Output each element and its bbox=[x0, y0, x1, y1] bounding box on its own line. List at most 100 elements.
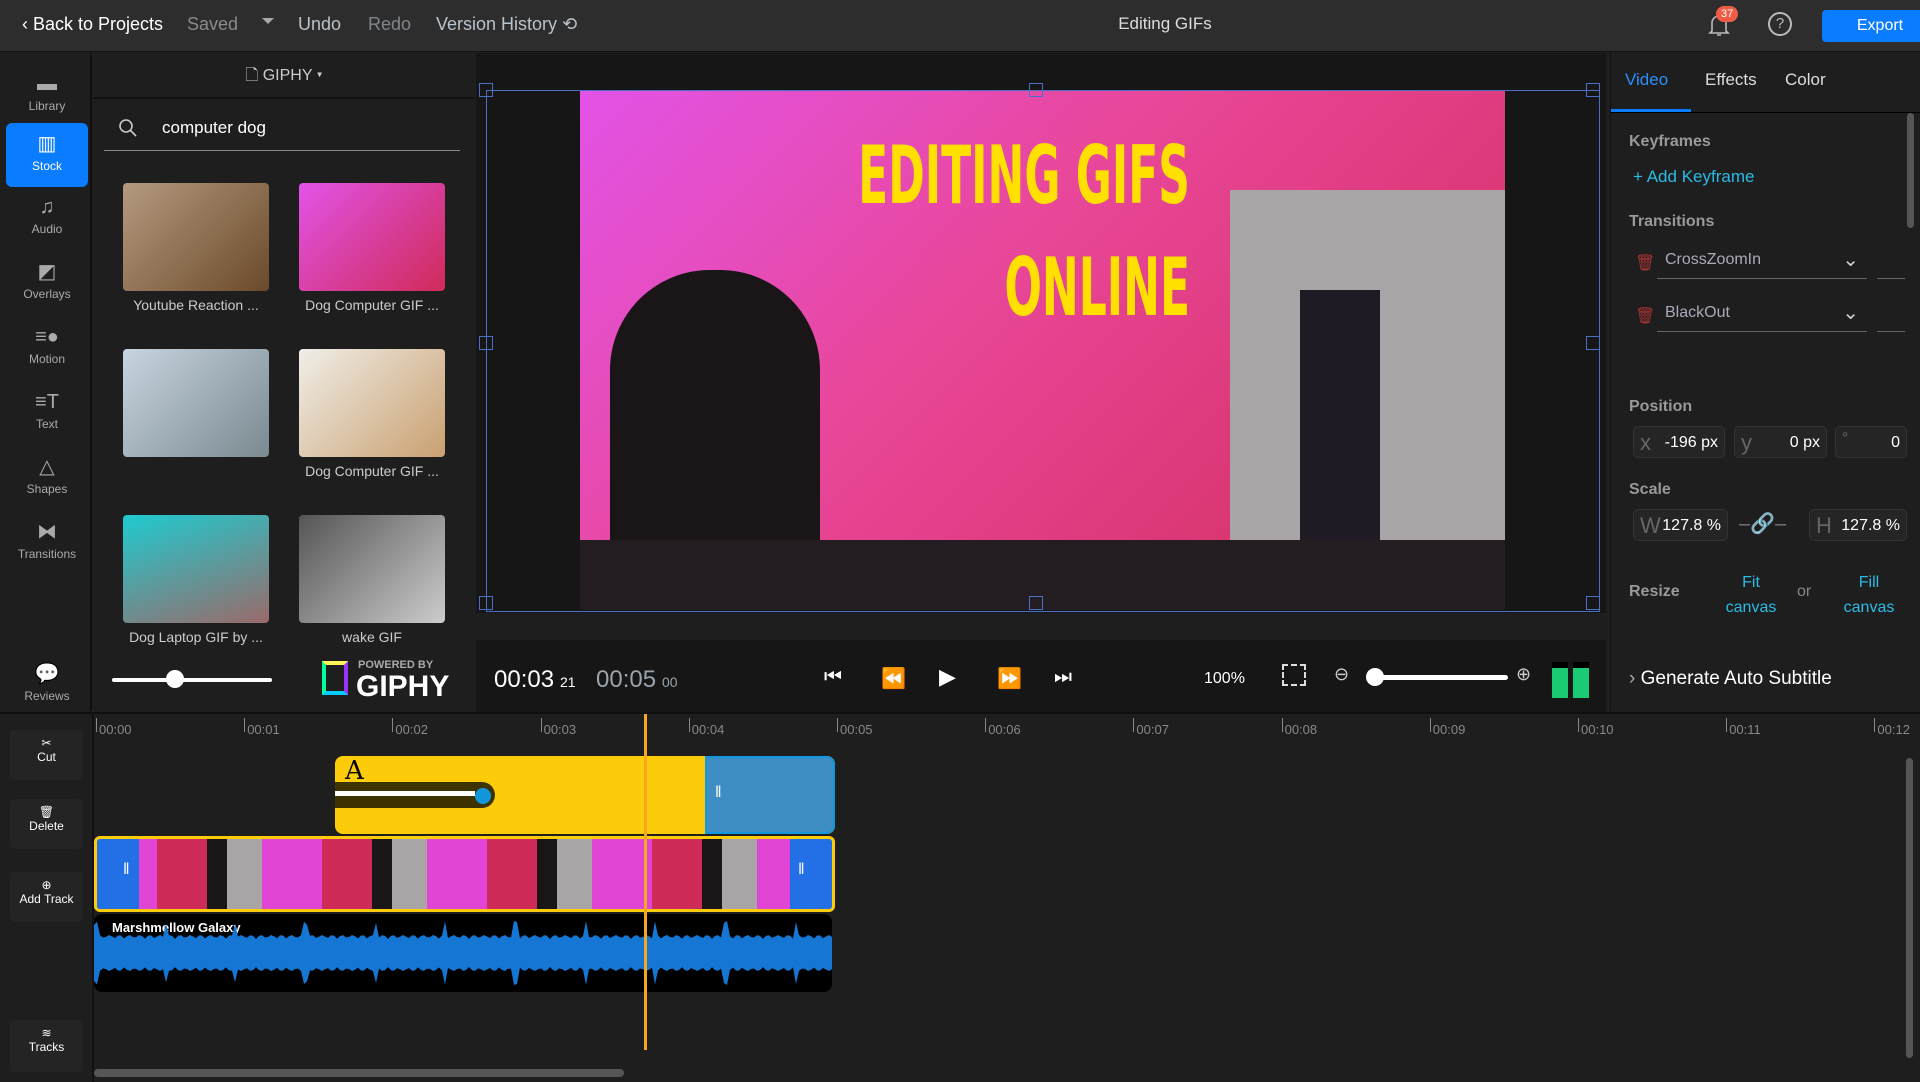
search-input[interactable]: computer dog bbox=[104, 105, 460, 151]
gif-thumbnail[interactable] bbox=[299, 183, 445, 291]
audio-meter-right bbox=[1573, 662, 1589, 698]
gif-thumbnail[interactable] bbox=[299, 515, 445, 623]
sidebar-item-stock[interactable]: ▥ Stock bbox=[6, 123, 88, 187]
delete-transition-icon[interactable]: 🗑 bbox=[1635, 253, 1655, 273]
tab-video[interactable]: Video bbox=[1625, 70, 1668, 90]
sidebar-item-label: Transitions bbox=[17, 547, 77, 561]
back-to-projects-button[interactable]: ‹ Back to Projects bbox=[22, 14, 163, 35]
search-value: computer dog bbox=[162, 118, 266, 137]
scale-height-field[interactable]: H 127.8 % bbox=[1809, 509, 1907, 541]
fullscreen-icon[interactable] bbox=[1282, 664, 1306, 686]
playhead[interactable] bbox=[644, 714, 648, 1050]
resize-handle[interactable] bbox=[1586, 596, 1600, 610]
undo-button[interactable]: Undo bbox=[298, 14, 341, 35]
timeline-zoom-slider[interactable] bbox=[1368, 675, 1508, 680]
fast-forward-icon[interactable]: ⏩ bbox=[997, 666, 1022, 691]
gif-thumbnail[interactable] bbox=[299, 349, 445, 457]
sidebar-item-audio[interactable]: ♫ Audio bbox=[6, 186, 88, 250]
position-x-field[interactable]: x -196 px bbox=[1633, 426, 1725, 458]
resize-handle[interactable] bbox=[479, 83, 493, 97]
zoom-out-icon[interactable]: ⊖ bbox=[1334, 664, 1349, 685]
sidebar-item-text[interactable]: ≡T Text bbox=[6, 381, 88, 445]
transition-select[interactable]: BlackOut ⌄ bbox=[1657, 296, 1867, 332]
gif-caption: Dog Laptop GIF by ... bbox=[129, 629, 263, 645]
sidebar-item-label: Audio bbox=[31, 222, 63, 236]
gif-thumbnail[interactable] bbox=[123, 183, 269, 291]
redo-button[interactable]: Redo bbox=[368, 14, 411, 35]
link-aspect-icon[interactable]: –🔗– bbox=[1739, 511, 1786, 536]
resize-handle[interactable] bbox=[1586, 83, 1600, 97]
notification-badge: 37 bbox=[1716, 6, 1739, 22]
file-icon: 🗋 bbox=[245, 67, 259, 84]
gif-thumbnail[interactable] bbox=[123, 515, 269, 623]
delete-transition-icon[interactable]: 🗑 bbox=[1635, 306, 1655, 326]
generate-subtitle-toggle[interactable]: › Generate Auto Subtitle bbox=[1629, 668, 1832, 690]
delete-button[interactable]: 🗑 Delete bbox=[10, 799, 83, 849]
history-icon: ⟲ bbox=[562, 14, 578, 34]
add-keyframe-button[interactable]: + Add Keyframe bbox=[1633, 167, 1754, 187]
help-icon[interactable]: ? bbox=[1768, 12, 1792, 36]
audio-clip[interactable]: Marshmellow Galaxy bbox=[94, 914, 832, 992]
rewind-icon[interactable]: ⏪ bbox=[881, 666, 906, 691]
thumb-size-slider[interactable] bbox=[112, 678, 272, 682]
transitions-heading: Transitions bbox=[1629, 213, 1715, 230]
transition-duration-field[interactable] bbox=[1877, 296, 1905, 332]
save-dropdown-icon[interactable] bbox=[262, 18, 274, 24]
tracks-button[interactable]: ≋ Tracks bbox=[10, 1020, 83, 1072]
fit-canvas-button[interactable]: Fit canvas bbox=[1721, 570, 1781, 620]
play-icon[interactable]: ▶ bbox=[939, 664, 956, 690]
vertical-scrollbar[interactable] bbox=[1906, 758, 1913, 1058]
video-clip[interactable]: ‖ ‖ bbox=[94, 836, 835, 912]
resize-handle[interactable] bbox=[1029, 83, 1043, 97]
sidebar-item-transitions[interactable]: ⧓ Transitions bbox=[6, 511, 88, 575]
sidebar-item-label: Stock bbox=[31, 159, 62, 173]
timeline-ruler[interactable]: 00:00 00:01 00:02 00:03 00:04 00:05 00:06 00:07… bbox=[94, 714, 1920, 744]
clip-end-handle[interactable]: ‖ bbox=[790, 839, 832, 909]
selection-box[interactable] bbox=[486, 90, 1600, 612]
books-icon: ▥ bbox=[37, 133, 57, 155]
clip-start-handle[interactable]: ‖ bbox=[97, 839, 139, 909]
tab-effects[interactable]: Effects bbox=[1705, 70, 1757, 90]
anim-end-handle[interactable] bbox=[475, 788, 491, 804]
music-icon: ♫ bbox=[39, 196, 55, 218]
timeline-zoom-handle[interactable] bbox=[1366, 668, 1384, 686]
tab-color[interactable]: Color bbox=[1785, 70, 1826, 90]
thumb-size-handle[interactable] bbox=[166, 670, 184, 688]
current-frames: 21 bbox=[560, 674, 576, 690]
top-bar: ‹ Back to Projects Saved Undo Redo Versi… bbox=[0, 0, 1920, 52]
source-label: GIPHY bbox=[262, 67, 313, 84]
add-track-button[interactable]: ⊕ Add Track bbox=[10, 872, 83, 922]
ruler-tick: 00:03 bbox=[540, 718, 576, 737]
resize-handle[interactable] bbox=[1586, 336, 1600, 350]
sidebar-item-reviews[interactable]: 💬 Reviews bbox=[6, 653, 88, 717]
resize-handle[interactable] bbox=[479, 596, 493, 610]
fill-canvas-button[interactable]: Fill canvas bbox=[1839, 570, 1899, 620]
skip-start-icon[interactable]: ⏮ bbox=[824, 666, 842, 689]
sidebar-item-shapes[interactable]: △ Shapes bbox=[6, 446, 88, 510]
cut-button[interactable]: ✂ Cut bbox=[10, 730, 83, 780]
skip-end-icon[interactable]: ⏭ bbox=[1054, 666, 1072, 689]
text-clip[interactable]: A ‖ bbox=[335, 756, 835, 834]
text-clip-tail[interactable]: ‖ bbox=[705, 756, 835, 834]
version-history-button[interactable]: Version History ⟲ bbox=[436, 14, 577, 35]
resize-handle[interactable] bbox=[479, 336, 493, 350]
zoom-level[interactable]: 100% bbox=[1204, 670, 1245, 688]
panel-scrollbar[interactable] bbox=[1907, 113, 1914, 228]
rotation-field[interactable]: ° 0 bbox=[1835, 426, 1907, 458]
transition-select[interactable]: CrossZoomIn ⌄ bbox=[1657, 243, 1867, 279]
sidebar-item-motion[interactable]: ≡● Motion bbox=[6, 316, 88, 380]
resize-handle[interactable] bbox=[1029, 596, 1043, 610]
zoom-in-icon[interactable]: ⊕ bbox=[1516, 664, 1531, 685]
scale-width-field[interactable]: W 127.8 % bbox=[1633, 509, 1728, 541]
ruler-tick: 00:00 bbox=[96, 718, 132, 737]
ruler-tick: 00:07 bbox=[1133, 718, 1169, 737]
position-y-field[interactable]: y0 px bbox=[1734, 426, 1827, 458]
sidebar-item-overlays[interactable]: ◩ Overlays bbox=[6, 251, 88, 315]
ruler-tick: 00:09 bbox=[1429, 718, 1465, 737]
horizontal-scrollbar[interactable] bbox=[94, 1069, 624, 1077]
source-selector[interactable]: 🗋 GIPHY ▾ bbox=[94, 53, 474, 99]
gif-thumbnail[interactable] bbox=[123, 349, 269, 457]
export-button[interactable]: Export bbox=[1822, 10, 1920, 42]
sidebar-item-library[interactable]: ▬ Library bbox=[6, 63, 88, 127]
transition-duration-field[interactable] bbox=[1877, 243, 1905, 279]
